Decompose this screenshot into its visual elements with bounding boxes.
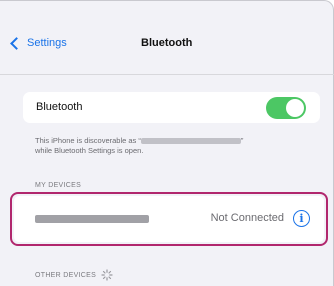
device-highlight-frame bbox=[10, 192, 328, 246]
spinner-icon bbox=[101, 269, 113, 281]
navigation-bar: Settings Bluetooth bbox=[0, 1, 334, 75]
my-devices-header: MY DEVICES bbox=[35, 182, 82, 189]
page-title: Bluetooth bbox=[141, 37, 193, 49]
footnote-prefix: This iPhone is discoverable as “ bbox=[35, 136, 141, 145]
bluetooth-toggle[interactable] bbox=[266, 97, 306, 119]
screen: Settings Bluetooth Bluetooth This iPhone… bbox=[0, 0, 334, 286]
back-button-label: Settings bbox=[27, 37, 67, 49]
back-button[interactable]: Settings bbox=[10, 36, 67, 50]
other-devices-header: OTHER DEVICES bbox=[35, 269, 113, 281]
other-devices-label: OTHER DEVICES bbox=[35, 271, 97, 279]
phone-screen: Settings Bluetooth Bluetooth This iPhone… bbox=[0, 0, 334, 286]
footnote-suffix: ” bbox=[240, 136, 244, 145]
discoverable-footnote: This iPhone is discoverable as “ ” while … bbox=[35, 136, 320, 156]
chevron-left-icon bbox=[10, 36, 23, 50]
blurred-phone-name bbox=[140, 138, 241, 145]
bluetooth-toggle-row: Bluetooth bbox=[23, 92, 320, 123]
bluetooth-label: Bluetooth bbox=[36, 101, 83, 113]
footnote-line2: while Bluetooth Settings is open. bbox=[35, 146, 144, 155]
toggle-knob bbox=[286, 99, 304, 117]
